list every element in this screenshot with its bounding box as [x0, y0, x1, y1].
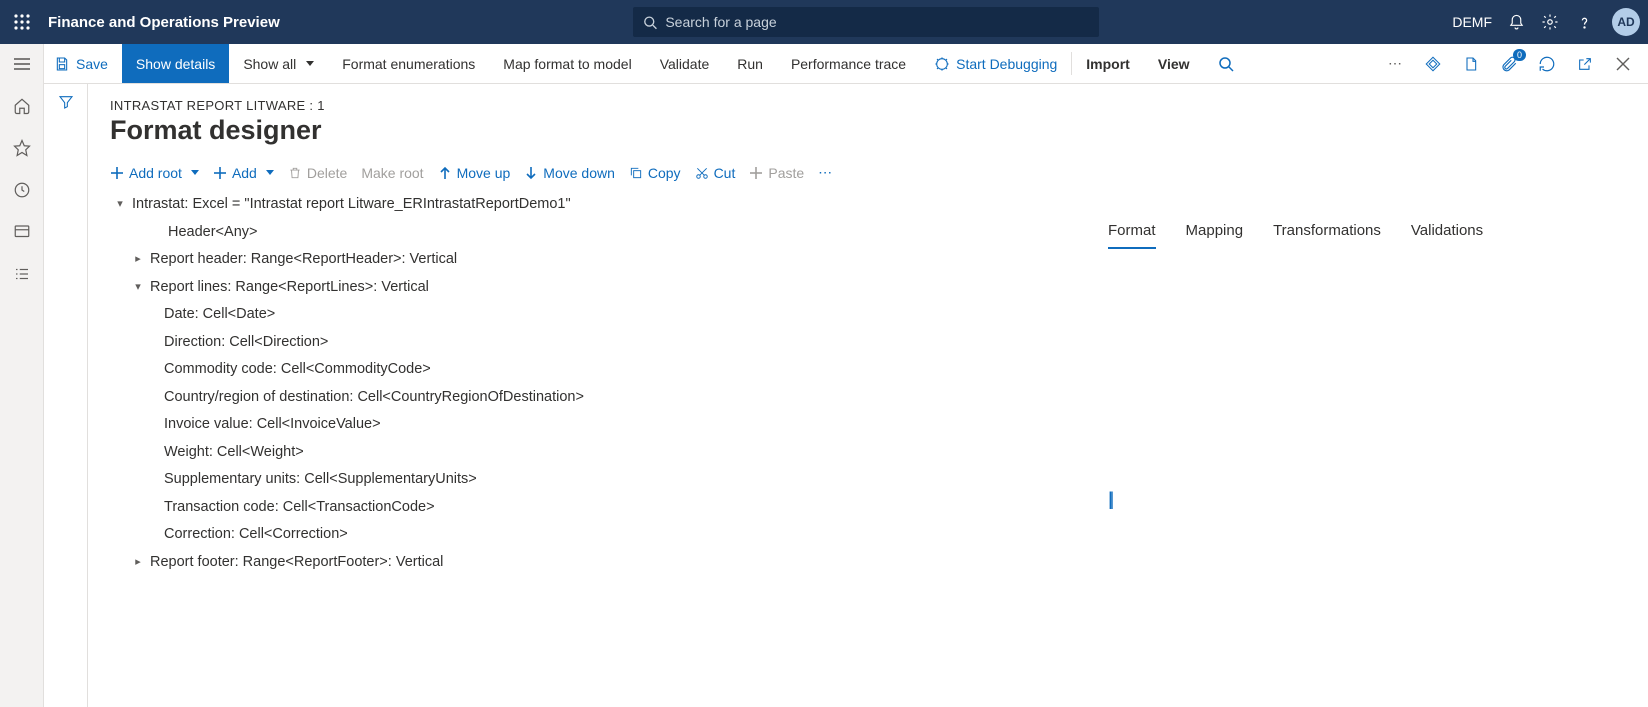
- trash-icon: [288, 166, 302, 180]
- arrow-down-icon: [524, 166, 538, 180]
- refresh-icon[interactable]: [1534, 51, 1560, 77]
- debug-icon: [934, 56, 950, 72]
- action-bar: Save Show details Show all Format enumer…: [44, 44, 1648, 84]
- recent-icon[interactable]: [12, 180, 32, 200]
- import-button[interactable]: Import: [1072, 44, 1144, 83]
- start-debugging-button[interactable]: Start Debugging: [920, 44, 1071, 83]
- filter-rail: [44, 84, 88, 707]
- tab-validations[interactable]: Validations: [1411, 222, 1483, 249]
- run-button[interactable]: Run: [723, 44, 777, 83]
- breadcrumb: INTRASTAT REPORT LITWARE : 1: [110, 98, 1066, 113]
- tree-node-cell[interactable]: Direction: Cell<Direction>: [110, 329, 1066, 357]
- nav-rail: [0, 44, 44, 707]
- attachments-icon[interactable]: 0: [1496, 51, 1522, 77]
- overflow-button[interactable]: ⋯: [818, 164, 832, 181]
- app-launcher-icon[interactable]: [8, 8, 36, 36]
- arrow-up-icon: [438, 166, 452, 180]
- map-format-button[interactable]: Map format to model: [489, 44, 645, 83]
- tree-node-cell[interactable]: Weight: Cell<Weight>: [110, 439, 1066, 467]
- caret-icon[interactable]: [114, 191, 126, 219]
- format-tree: Intrastat: Excel = "Intrastat report Lit…: [110, 191, 1066, 576]
- tree-node-report-footer[interactable]: Report footer: Range<ReportFooter>: Vert…: [110, 549, 1066, 577]
- tree-node-cell[interactable]: Date: Cell<Date>: [110, 301, 1066, 329]
- tree-node-cell[interactable]: Supplementary units: Cell<SupplementaryU…: [110, 466, 1066, 494]
- tree-node-cell[interactable]: Invoice value: Cell<InvoiceValue>: [110, 411, 1066, 439]
- gear-icon[interactable]: [1540, 12, 1560, 32]
- add-button[interactable]: Add: [213, 165, 274, 181]
- view-button[interactable]: View: [1144, 44, 1204, 83]
- hamburger-icon[interactable]: [12, 54, 32, 74]
- detail-tabs: Format Mapping Transformations Validatio…: [1108, 216, 1628, 249]
- performance-trace-button[interactable]: Performance trace: [777, 44, 920, 83]
- find-button[interactable]: [1204, 44, 1248, 83]
- workspace-icon[interactable]: [12, 222, 32, 242]
- popout-icon[interactable]: [1572, 51, 1598, 77]
- tab-format[interactable]: Format: [1108, 222, 1156, 249]
- add-root-button[interactable]: Add root: [110, 165, 199, 181]
- tree-node-cell[interactable]: Country/region of destination: Cell<Coun…: [110, 384, 1066, 412]
- funnel-icon[interactable]: [58, 94, 74, 707]
- tab-mapping[interactable]: Mapping: [1186, 222, 1244, 249]
- cut-button[interactable]: Cut: [695, 165, 736, 181]
- tree-node-root[interactable]: Intrastat: Excel = "Intrastat report Lit…: [110, 191, 1066, 219]
- tab-transformations[interactable]: Transformations: [1273, 222, 1381, 249]
- move-down-button[interactable]: Move down: [524, 165, 615, 181]
- search-icon: [643, 15, 657, 30]
- tree-node-cell[interactable]: Correction: Cell<Correction>: [110, 521, 1066, 549]
- cut-icon: [695, 166, 709, 180]
- more-icon[interactable]: ⋯: [1382, 51, 1408, 77]
- legal-entity[interactable]: DEMF: [1452, 14, 1492, 30]
- text-cursor: ||: [1108, 489, 1628, 510]
- delete-button: Delete: [288, 165, 347, 181]
- bell-icon[interactable]: [1506, 12, 1526, 32]
- tree-node-report-lines[interactable]: Report lines: Range<ReportLines>: Vertic…: [110, 274, 1066, 302]
- copy-button[interactable]: Copy: [629, 165, 681, 181]
- chevron-down-icon: [266, 170, 274, 175]
- global-search-input[interactable]: [663, 13, 1089, 31]
- search-icon: [1218, 56, 1234, 72]
- save-button[interactable]: Save: [44, 44, 122, 83]
- paste-button: Paste: [749, 165, 804, 181]
- global-search[interactable]: [633, 7, 1099, 37]
- star-icon[interactable]: [12, 138, 32, 158]
- caret-icon[interactable]: [132, 549, 144, 577]
- diamond-icon[interactable]: [1420, 51, 1446, 77]
- make-root-button: Make root: [361, 165, 423, 181]
- tree-node-cell[interactable]: Commodity code: Cell<CommodityCode>: [110, 356, 1066, 384]
- chevron-down-icon: [306, 61, 314, 66]
- tree-node-report-header[interactable]: Report header: Range<ReportHeader>: Vert…: [110, 246, 1066, 274]
- save-label: Save: [76, 56, 108, 72]
- show-all-button[interactable]: Show all: [229, 44, 328, 83]
- page-title: Format designer: [110, 115, 1066, 146]
- modules-icon[interactable]: [12, 264, 32, 284]
- move-up-button[interactable]: Move up: [438, 165, 511, 181]
- chevron-down-icon: [191, 170, 199, 175]
- caret-icon[interactable]: [132, 274, 144, 302]
- attachments-badge: 0: [1513, 49, 1526, 61]
- format-enumerations-button[interactable]: Format enumerations: [328, 44, 489, 83]
- home-icon[interactable]: [12, 96, 32, 116]
- app-title: Finance and Operations Preview: [48, 14, 280, 31]
- tree-toolbar: Add root Add Delete Make root Move up Mo…: [110, 164, 1066, 181]
- validate-button[interactable]: Validate: [646, 44, 724, 83]
- caret-icon[interactable]: [132, 246, 144, 274]
- close-icon[interactable]: [1610, 51, 1636, 77]
- tree-node-cell[interactable]: Transaction code: Cell<TransactionCode>: [110, 494, 1066, 522]
- tree-node-header[interactable]: Header<Any>: [110, 219, 1066, 247]
- copy-icon: [629, 166, 643, 180]
- office-icon[interactable]: [1458, 51, 1484, 77]
- global-top-bar: Finance and Operations Preview DEMF AD: [0, 0, 1648, 44]
- help-icon[interactable]: [1574, 12, 1594, 32]
- save-icon: [54, 56, 70, 72]
- show-details-button[interactable]: Show details: [122, 44, 229, 83]
- user-avatar[interactable]: AD: [1612, 8, 1640, 36]
